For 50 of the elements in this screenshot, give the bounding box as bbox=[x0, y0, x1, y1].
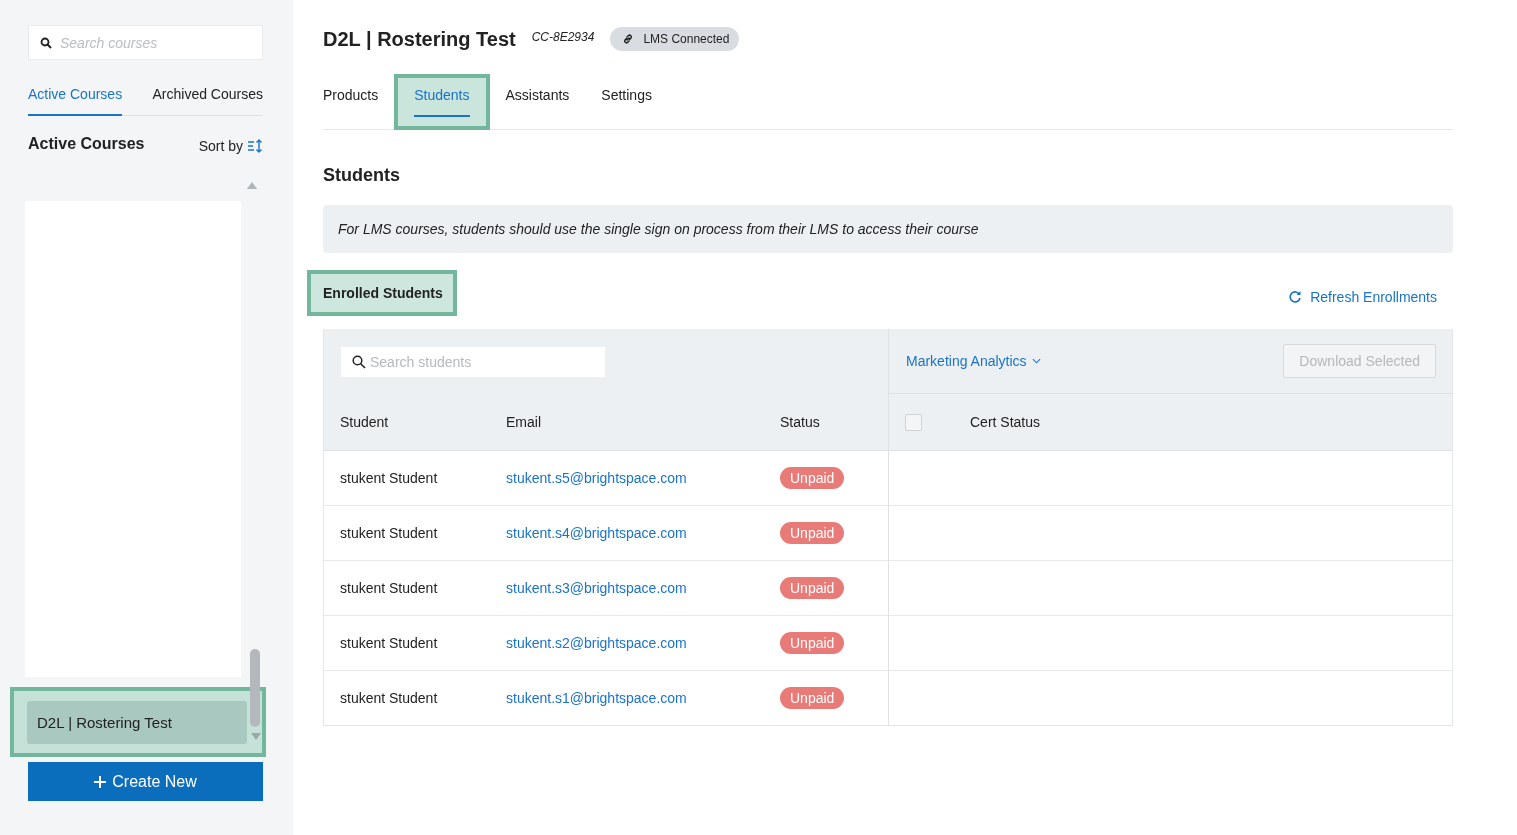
course-tab[interactable]: Active Courses bbox=[28, 86, 123, 116]
search-field[interactable]: Search students bbox=[341, 346, 605, 377]
status-badge: Unpaid bbox=[780, 522, 845, 544]
chevron-down-icon bbox=[1031, 358, 1041, 364]
status-badge: Unpaid bbox=[780, 632, 845, 654]
student-name: stukent Student bbox=[339, 635, 439, 651]
section-heading: Active Courses bbox=[28, 135, 145, 153]
scroll-up-icon[interactable] bbox=[247, 182, 257, 189]
status-badge: Unpaid bbox=[780, 467, 845, 489]
sort-icon bbox=[247, 139, 263, 153]
email-link[interactable]: stukent.s4@brightspace.com bbox=[506, 525, 687, 541]
plus-icon bbox=[94, 775, 107, 788]
course-tab[interactable]: Archived Courses bbox=[152, 86, 263, 116]
search-icon bbox=[40, 37, 52, 49]
column-header: Student bbox=[339, 414, 390, 430]
email-link[interactable]: stukent.s1@brightspace.com bbox=[506, 690, 687, 706]
page-tab[interactable]: Students bbox=[414, 83, 470, 117]
status-badge: Unpaid bbox=[780, 687, 845, 709]
search-field[interactable]: Search courses bbox=[28, 25, 263, 60]
email-link[interactable]: stukent.s2@brightspace.com bbox=[506, 635, 687, 651]
column-header: Cert Status bbox=[970, 414, 1041, 430]
student-name: stukent Student bbox=[339, 525, 439, 541]
scrollbar-thumb[interactable] bbox=[250, 649, 260, 727]
course-code: CC-8E2934 bbox=[531, 29, 595, 44]
search-icon bbox=[352, 354, 366, 369]
scroll-down-icon[interactable] bbox=[251, 733, 261, 740]
refresh-icon bbox=[1288, 290, 1303, 304]
course-item[interactable]: D2L | Rostering Test bbox=[27, 701, 247, 744]
status-badge: Unpaid bbox=[780, 577, 845, 599]
email-link[interactable]: stukent.s5@brightspace.com bbox=[506, 470, 687, 486]
page-tab[interactable]: Products bbox=[323, 83, 379, 117]
info-notice: For LMS courses, students should use the single sign on process from their LMS to access their course bbox=[323, 205, 1453, 253]
section-title: Students bbox=[323, 165, 401, 186]
refresh-link[interactable]: Refresh Enrollments bbox=[1288, 289, 1437, 305]
create-new-button[interactable]: Create New bbox=[28, 762, 263, 801]
column-header: Status bbox=[780, 414, 820, 430]
link-icon bbox=[622, 33, 635, 45]
email-link[interactable]: stukent.s3@brightspace.com bbox=[506, 580, 687, 596]
page-tab[interactable]: Settings bbox=[601, 83, 652, 117]
column-header: Email bbox=[506, 414, 542, 430]
sort-button[interactable]: Sort by bbox=[198, 138, 263, 154]
student-name: stukent Student bbox=[339, 580, 439, 596]
select-all-checkbox[interactable] bbox=[905, 413, 922, 431]
course-title: D2L | Rostering Test bbox=[323, 27, 516, 51]
product-dropdown[interactable]: Marketing Analytics bbox=[906, 353, 1041, 369]
enrolled-students-label: Enrolled Students bbox=[323, 285, 443, 301]
page-tab[interactable]: Assistants bbox=[505, 83, 570, 117]
student-name: stukent Student bbox=[339, 690, 439, 706]
lms-connected-badge: LMS Connected bbox=[610, 27, 740, 51]
student-name: stukent Student bbox=[339, 470, 439, 486]
